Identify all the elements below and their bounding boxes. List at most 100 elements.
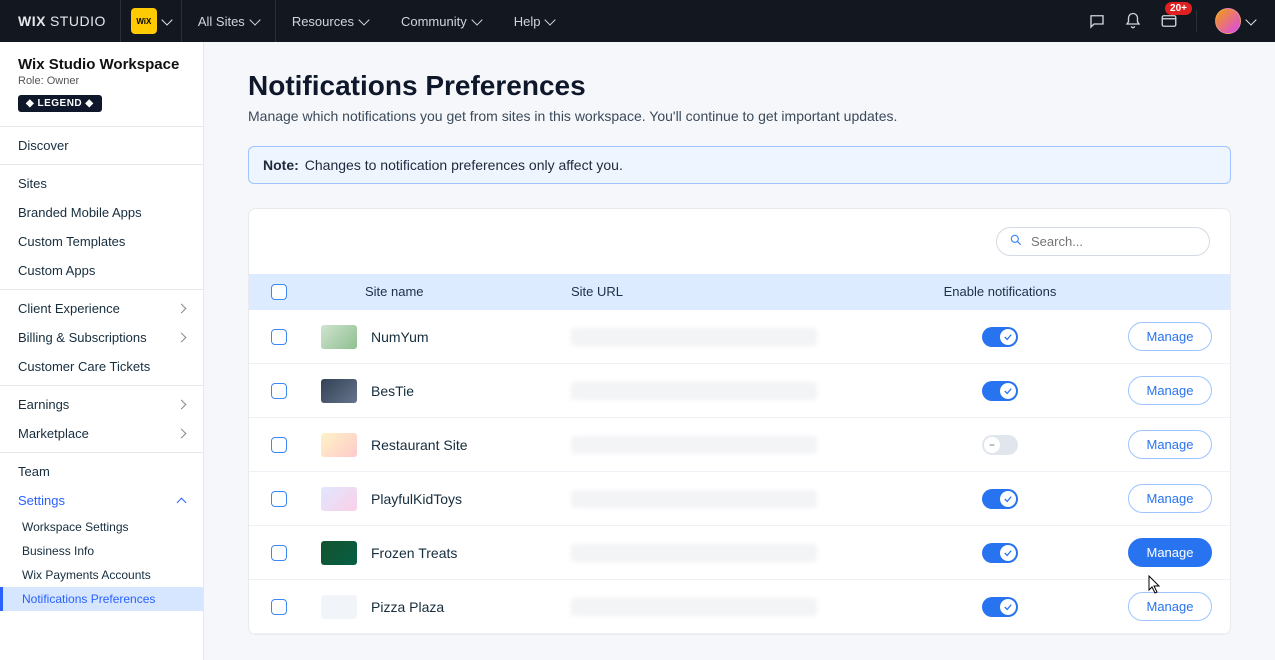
enable-notifications-toggle[interactable] xyxy=(982,435,1018,455)
logo-studio-text: STUDIO xyxy=(50,13,106,29)
cell-checkbox xyxy=(249,599,309,615)
sidebar-item-label: Custom Apps xyxy=(18,263,95,278)
row-checkbox[interactable] xyxy=(271,329,287,345)
workspace-switcher[interactable]: WiX xyxy=(121,0,182,42)
sidebar-item-label: Marketplace xyxy=(18,426,89,441)
enable-notifications-toggle[interactable] xyxy=(982,327,1018,347)
sidebar-item-marketplace[interactable]: Marketplace xyxy=(0,419,203,448)
manage-button[interactable]: Manage xyxy=(1128,430,1213,459)
chevron-right-icon xyxy=(177,429,187,439)
workspace-header: Wix Studio Workspace Role: Owner ◆ LEGEN… xyxy=(0,42,203,122)
row-checkbox[interactable] xyxy=(271,491,287,507)
nav-resources[interactable]: Resources xyxy=(276,0,385,42)
workspace-title: Wix Studio Workspace xyxy=(18,56,185,73)
row-checkbox[interactable] xyxy=(271,383,287,399)
cell-site-name: BesTie xyxy=(309,379,559,403)
site-thumbnail xyxy=(321,541,357,565)
sidebar: Wix Studio Workspace Role: Owner ◆ LEGEN… xyxy=(0,42,204,660)
top-bar: WIX STUDIO WiX All Sites Resources Commu… xyxy=(0,0,1275,42)
notif-badge: 20+ xyxy=(1165,2,1192,15)
chevron-down-icon xyxy=(1245,14,1256,25)
divider xyxy=(1196,10,1197,32)
logo[interactable]: WIX STUDIO xyxy=(0,0,121,42)
cell-toggle xyxy=(890,489,1110,509)
chevron-right-icon xyxy=(177,333,187,343)
legend-badge: ◆ LEGEND ◆ xyxy=(18,95,102,112)
row-checkbox[interactable] xyxy=(271,437,287,453)
sidebar-sub-wix-payments[interactable]: Wix Payments Accounts xyxy=(0,563,203,587)
bell-icon[interactable] xyxy=(1124,12,1142,30)
toggle-knob xyxy=(984,437,1000,453)
nav-label: Help xyxy=(514,14,541,29)
manage-button[interactable]: Manage xyxy=(1128,376,1213,405)
sidebar-item-team[interactable]: Team xyxy=(0,457,203,486)
manage-button[interactable]: Manage xyxy=(1128,538,1213,567)
cell-site-name: Frozen Treats xyxy=(309,541,559,565)
search-box[interactable] xyxy=(996,227,1210,256)
nav-community[interactable]: Community xyxy=(385,0,498,42)
sidebar-item-client-experience[interactable]: Client Experience xyxy=(0,294,203,323)
note-text: Changes to notification preferences only… xyxy=(305,157,623,173)
sidebar-item-custom-apps[interactable]: Custom Apps xyxy=(0,256,203,285)
chevron-down-icon xyxy=(249,14,260,25)
sidebar-item-tickets[interactable]: Customer Care Tickets xyxy=(0,352,203,381)
site-url-redacted xyxy=(571,544,817,562)
enable-notifications-toggle[interactable] xyxy=(982,543,1018,563)
inbox-icon[interactable]: 20+ xyxy=(1160,12,1178,30)
sidebar-sub-business-info[interactable]: Business Info xyxy=(0,539,203,563)
manage-button[interactable]: Manage xyxy=(1128,592,1213,621)
sidebar-item-settings[interactable]: Settings xyxy=(0,486,203,515)
row-checkbox[interactable] xyxy=(271,545,287,561)
th-enable: Enable notifications xyxy=(890,284,1110,300)
top-right: 20+ xyxy=(1088,8,1275,34)
sidebar-item-label: Branded Mobile Apps xyxy=(18,205,142,220)
sidebar-item-label: Earnings xyxy=(18,397,69,412)
cell-site-name: Pizza Plaza xyxy=(309,595,559,619)
sidebar-item-earnings[interactable]: Earnings xyxy=(0,390,203,419)
cell-manage: Manage xyxy=(1110,376,1230,405)
nav-all-sites[interactable]: All Sites xyxy=(182,0,276,42)
select-all-checkbox[interactable] xyxy=(271,284,287,300)
manage-button[interactable]: Manage xyxy=(1128,484,1213,513)
nav-label: Community xyxy=(401,14,467,29)
sidebar-item-custom-templates[interactable]: Custom Templates xyxy=(0,227,203,256)
account-menu[interactable] xyxy=(1215,8,1255,34)
sidebar-item-branded-mobile-apps[interactable]: Branded Mobile Apps xyxy=(0,198,203,227)
chevron-up-icon xyxy=(177,497,187,507)
manage-button[interactable]: Manage xyxy=(1128,322,1213,351)
enable-notifications-toggle[interactable] xyxy=(982,489,1018,509)
nav-label: All Sites xyxy=(198,14,245,29)
nav-help[interactable]: Help xyxy=(498,0,572,42)
site-url-redacted xyxy=(571,436,817,454)
chat-icon[interactable] xyxy=(1088,12,1106,30)
page-subtitle: Manage which notifications you get from … xyxy=(248,108,1231,124)
site-thumbnail xyxy=(321,325,357,349)
search-input[interactable] xyxy=(1031,234,1197,249)
cell-site-name: NumYum xyxy=(309,325,559,349)
sidebar-sub-label: Workspace Settings xyxy=(22,520,129,534)
site-url-redacted xyxy=(571,382,817,400)
cell-site-url xyxy=(559,544,890,562)
toggle-knob xyxy=(1000,545,1016,561)
enable-notifications-toggle[interactable] xyxy=(982,597,1018,617)
chevron-right-icon xyxy=(177,304,187,314)
sidebar-item-label: Settings xyxy=(18,493,65,508)
wix-square-icon: WiX xyxy=(131,8,157,34)
sidebar-sub-workspace-settings[interactable]: Workspace Settings xyxy=(0,515,203,539)
cell-site-url xyxy=(559,328,890,346)
sidebar-item-sites[interactable]: Sites xyxy=(0,169,203,198)
table-body: NumYumManageBesTieManageRestaurant SiteM… xyxy=(249,310,1230,634)
enable-notifications-toggle[interactable] xyxy=(982,381,1018,401)
site-name-label: PlayfulKidToys xyxy=(371,491,462,507)
cell-toggle xyxy=(890,327,1110,347)
sidebar-sub-notifications-preferences[interactable]: Notifications Preferences xyxy=(0,587,203,611)
sidebar-sub-label: Notifications Preferences xyxy=(22,592,155,606)
divider xyxy=(0,164,203,165)
sidebar-sub-label: Business Info xyxy=(22,544,94,558)
sidebar-item-discover[interactable]: Discover xyxy=(0,131,203,160)
cell-site-url xyxy=(559,490,890,508)
sidebar-item-billing[interactable]: Billing & Subscriptions xyxy=(0,323,203,352)
row-checkbox[interactable] xyxy=(271,599,287,615)
site-thumbnail xyxy=(321,433,357,457)
search-icon xyxy=(1009,233,1023,250)
